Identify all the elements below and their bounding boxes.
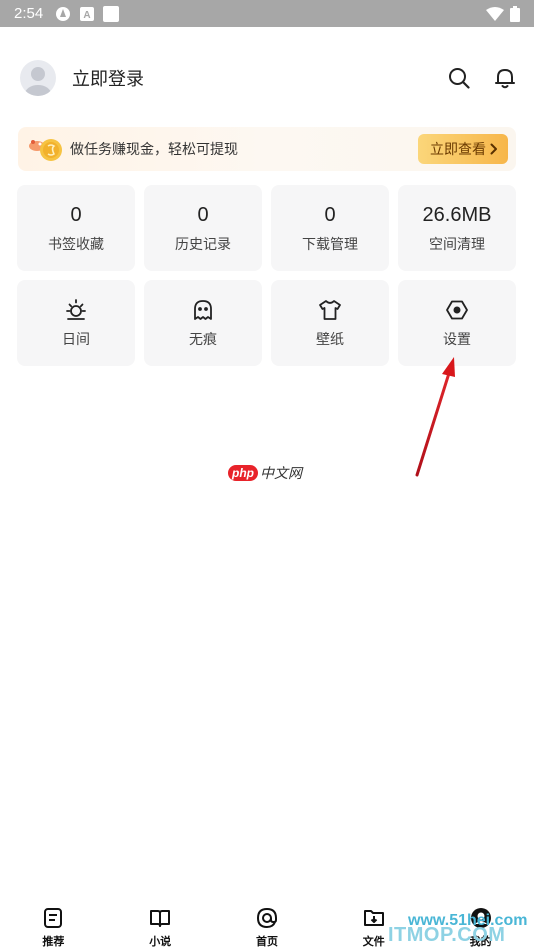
wallpaper-tile[interactable]: 壁纸	[271, 280, 389, 366]
default-avatar-icon	[25, 67, 51, 96]
login-link[interactable]: 立即登录	[72, 65, 144, 91]
bell-icon	[495, 69, 515, 89]
wifi-icon	[486, 6, 504, 21]
history-count: 0	[197, 204, 209, 226]
corner-watermark-line2: ITMOP.COM	[388, 924, 506, 946]
downloads-count: 0	[324, 204, 336, 226]
downloads-tile[interactable]: 0 下载管理	[271, 185, 389, 271]
square-notification-icon	[103, 5, 120, 22]
storage-size: 26.6MB	[422, 204, 492, 226]
battery-icon	[510, 5, 520, 22]
status-bar: 2:54 A	[0, 0, 534, 27]
avatar[interactable]	[20, 60, 56, 96]
task-reward-banner[interactable]: 做任务赚现金，轻松可提现 立即查看	[18, 127, 516, 171]
svg-text:A: A	[84, 10, 91, 21]
search-icon	[449, 68, 470, 89]
home-icon	[255, 906, 279, 930]
incognito-tile[interactable]: 无痕	[144, 280, 262, 366]
tools-grid: 日间 无痕 壁纸 设置	[17, 280, 517, 366]
history-tile[interactable]: 0 历史记录	[144, 185, 262, 271]
book-icon	[148, 906, 172, 930]
settings-hexagon-icon	[444, 297, 470, 323]
status-time: 2:54	[14, 5, 44, 22]
storage-cleanup-label: 空间清理	[429, 237, 485, 253]
watermark-cn: 中文网	[260, 466, 302, 482]
app-notification-icon	[56, 6, 71, 21]
chevron-right-icon	[490, 143, 497, 155]
folder-icon	[362, 906, 386, 930]
nav-item-novel[interactable]: 小说	[120, 900, 200, 950]
document-icon	[41, 906, 65, 930]
settings-tile[interactable]: 设置	[398, 280, 516, 366]
storage-cleanup-tile[interactable]: 26.6MB 空间清理	[398, 185, 516, 271]
sun-icon	[63, 297, 89, 323]
bookmarks-label: 书签收藏	[48, 237, 104, 253]
settings-label: 设置	[443, 332, 471, 348]
day-mode-tile[interactable]: 日间	[17, 280, 135, 366]
shirt-icon	[317, 297, 343, 323]
incognito-label: 无痕	[189, 332, 217, 348]
nav-label-files: 文件	[362, 935, 385, 948]
nav-item-home[interactable]: 首页	[227, 900, 307, 950]
watermark-php: php	[228, 465, 258, 481]
bookmarks-count: 0	[70, 204, 82, 226]
stats-grid: 0 书签收藏 0 历史记录 0 下载管理 26.6MB 空间清理	[17, 185, 517, 271]
wallpaper-label: 壁纸	[316, 332, 344, 348]
downloads-label: 下载管理	[302, 237, 358, 253]
search-button[interactable]	[446, 65, 472, 91]
bookmarks-tile[interactable]: 0 书签收藏	[17, 185, 135, 271]
profile-header: 立即登录	[20, 58, 518, 98]
notification-button[interactable]	[492, 65, 518, 91]
nav-label-novel: 小说	[149, 935, 172, 948]
php-watermark: php 中文网	[228, 463, 302, 483]
history-label: 历史记录	[175, 237, 231, 253]
font-notification-icon: A	[80, 6, 95, 21]
view-now-button[interactable]: 立即查看	[418, 134, 508, 164]
banner-text: 做任务赚现金，轻松可提现	[70, 142, 238, 158]
status-notification-icons: A	[55, 5, 120, 22]
nav-item-recommend[interactable]: 推荐	[13, 900, 93, 950]
coin-icon	[26, 134, 66, 164]
nav-label-home: 首页	[255, 935, 278, 948]
nav-label-recommend: 推荐	[42, 935, 65, 948]
day-mode-label: 日间	[62, 332, 90, 348]
ghost-icon	[190, 297, 216, 323]
view-now-label: 立即查看	[430, 142, 486, 158]
